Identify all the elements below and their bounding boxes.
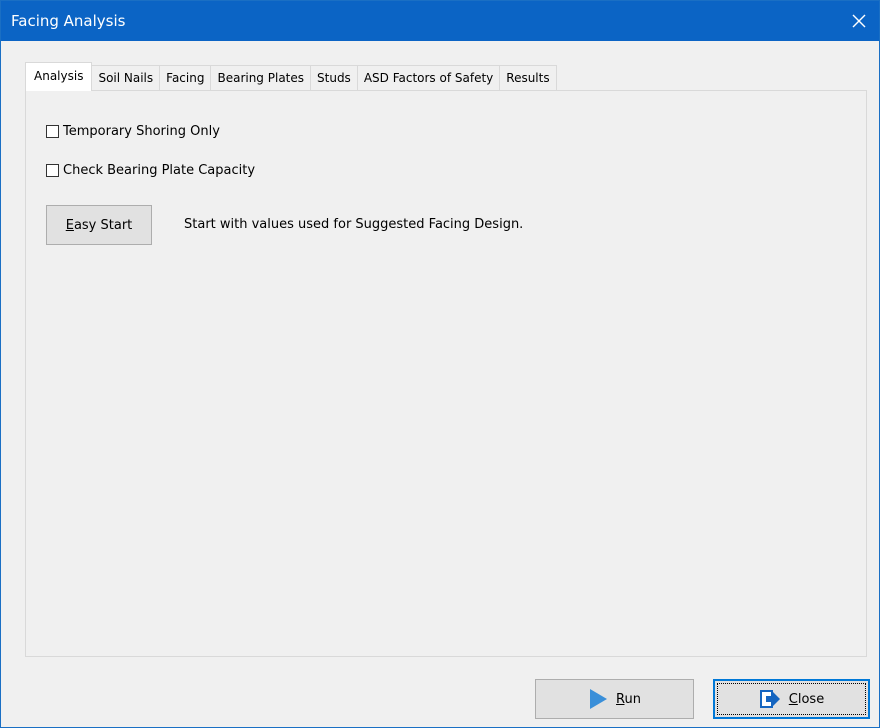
facing-analysis-dialog: Facing Analysis Analysis Soil Nails Faci… bbox=[0, 0, 880, 728]
tab-analysis[interactable]: Analysis bbox=[25, 62, 93, 91]
close-button-focus-rect: Close bbox=[717, 683, 866, 715]
window-title: Facing Analysis bbox=[11, 12, 126, 30]
check-bearing-row[interactable]: Check Bearing Plate Capacity bbox=[46, 163, 255, 178]
title-bar: Facing Analysis bbox=[1, 1, 879, 41]
easy-start-description: Start with values used for Suggested Fac… bbox=[184, 217, 524, 232]
temporary-shoring-row[interactable]: Temporary Shoring Only bbox=[46, 124, 220, 139]
close-button[interactable]: Close bbox=[713, 679, 870, 719]
tab-soil-nails[interactable]: Soil Nails bbox=[92, 65, 161, 90]
temporary-shoring-label: Temporary Shoring Only bbox=[63, 124, 220, 139]
tab-studs[interactable]: Studs bbox=[311, 65, 358, 90]
check-bearing-label: Check Bearing Plate Capacity bbox=[63, 163, 256, 178]
run-button[interactable]: Run bbox=[535, 679, 694, 719]
easy-start-button[interactable]: Easy Start bbox=[46, 205, 152, 245]
tab-facing[interactable]: Facing bbox=[160, 65, 212, 90]
play-icon bbox=[590, 689, 608, 709]
close-label: Close bbox=[788, 691, 825, 707]
run-label: Run bbox=[616, 691, 641, 707]
easy-start-label: Easy Start bbox=[65, 217, 133, 233]
window-close-button[interactable] bbox=[839, 1, 879, 41]
check-bearing-checkbox[interactable] bbox=[46, 164, 59, 177]
tab-strip: Analysis Soil Nails Facing Bearing Plate… bbox=[25, 62, 557, 91]
tab-asd-factors-of-safety[interactable]: ASD Factors of Safety bbox=[357, 65, 501, 90]
close-icon bbox=[852, 14, 866, 28]
tab-results[interactable]: Results bbox=[500, 65, 557, 90]
tab-bearing-plates[interactable]: Bearing Plates bbox=[211, 65, 312, 90]
temporary-shoring-checkbox[interactable] bbox=[46, 125, 59, 138]
analysis-tab-panel: Temporary Shoring Only Check Bearing Pla… bbox=[25, 90, 867, 657]
exit-icon bbox=[759, 690, 780, 708]
